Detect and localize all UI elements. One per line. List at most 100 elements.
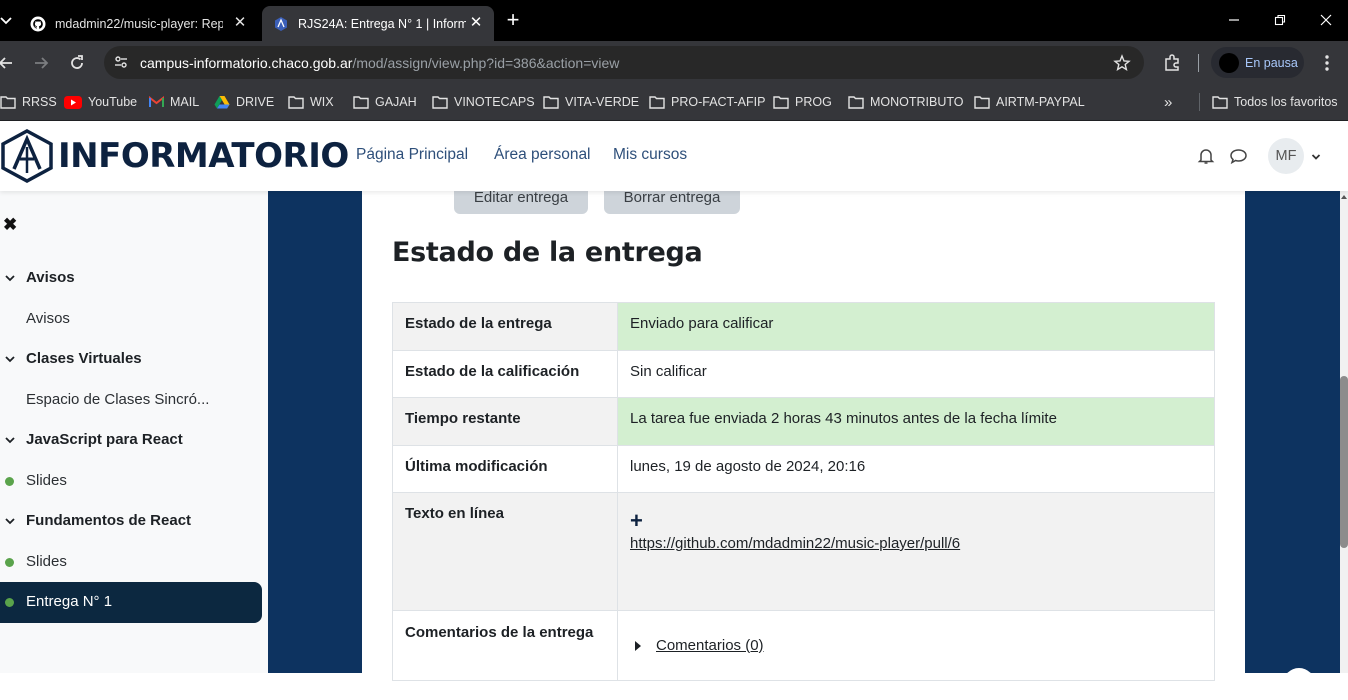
bookmark-prog[interactable]: PROG (773, 92, 832, 112)
online-text-cell: + https://github.com/mdadmin22/music-pla… (617, 492, 1215, 611)
bookmark-youtube[interactable]: YouTube (64, 92, 137, 112)
sidebar-item-avisos[interactable]: Avisos (26, 310, 70, 327)
notifications-bell-icon[interactable] (1197, 147, 1215, 165)
nav-my-courses[interactable]: Mis cursos (613, 146, 687, 164)
row-label: Tiempo restante (392, 397, 618, 446)
table-row: Estado de la entrega Enviado para califi… (392, 302, 1215, 351)
folder-icon (353, 96, 369, 109)
folder-icon (649, 96, 665, 109)
all-bookmarks[interactable]: Todos los favoritos (1212, 92, 1338, 112)
bookmark-monotributo[interactable]: MONOTRIBUTO (848, 92, 964, 112)
browser-tab-bar: mdadmin22/music-player: Repr ✕ RJS24A: E… (0, 0, 1348, 41)
profile-avatar (1219, 52, 1239, 73)
bookmark-drive[interactable]: DRIVE (214, 92, 274, 112)
bookmark-pro-fact-afip[interactable]: PRO-FACT-AFIP (649, 92, 765, 112)
grading-status-value: Sin calificar (617, 350, 1215, 398)
toolbar-separator (1198, 54, 1199, 72)
new-tab-icon[interactable]: + (503, 9, 523, 31)
last-modified-value: lunes, 19 de agosto de 2024, 20:16 (617, 445, 1215, 493)
reload-icon[interactable] (67, 53, 87, 73)
sidebar-item-label: Entrega N° 1 (26, 593, 113, 610)
row-label: Texto en línea (392, 492, 618, 611)
back-icon[interactable] (0, 53, 16, 73)
close-window-icon[interactable] (1318, 12, 1334, 28)
chevron-down-icon (5, 436, 15, 443)
url-path: /mod/assign/view.php?id=386&action=view (352, 55, 620, 71)
folder-icon (543, 96, 559, 109)
row-label: Estado de la calificación (392, 350, 618, 398)
messages-chat-icon[interactable] (1229, 148, 1248, 165)
forward-icon[interactable] (31, 53, 51, 73)
chevron-down-icon[interactable] (1310, 151, 1322, 163)
bookmark-vinotecaps[interactable]: VINOTECAPS (432, 92, 535, 112)
informatorio-icon (275, 16, 287, 31)
close-tab-icon[interactable]: ✕ (468, 15, 484, 31)
bookmark-wix[interactable]: WIX (288, 92, 334, 112)
comments-link[interactable]: Comentarios (0) (656, 637, 764, 654)
section-javascript-para-react[interactable]: JavaScript para React (0, 431, 183, 448)
table-row: Tiempo restante La tarea fue enviada 2 h… (392, 397, 1215, 446)
close-drawer-icon[interactable]: ✖ (3, 215, 17, 235)
completion-dot-icon (5, 558, 14, 567)
folder-icon (0, 96, 16, 109)
scrollbar-thumb[interactable] (1340, 376, 1348, 548)
submission-status-table: Estado de la entrega Enviado para califi… (392, 302, 1215, 681)
site-info-icon[interactable] (113, 54, 129, 70)
site-header: INFORMATORIO Página Principal Área perso… (0, 121, 1348, 191)
bookmark-star-icon[interactable] (1113, 54, 1131, 72)
folder-icon (974, 96, 990, 109)
time-remaining-value: La tarea fue enviada 2 horas 43 minutos … (617, 397, 1215, 446)
url-domain: campus-informatorio.chaco.gob.ar (140, 55, 353, 71)
bookmark-airtm-paypal[interactable]: AIRTM-PAYPAL (974, 92, 1085, 112)
user-avatar[interactable]: MF (1268, 138, 1304, 174)
comments-toggle[interactable]: Comentarios (0) (630, 637, 1202, 654)
gmail-icon (149, 96, 164, 107)
nav-dashboard[interactable]: Área personal (494, 146, 591, 164)
folder-icon (848, 96, 864, 109)
informatorio-logo-icon (1, 129, 53, 183)
bookmark-rrss[interactable]: RRSS (0, 92, 57, 112)
sidebar-item-slides-js[interactable]: Slides (26, 472, 67, 489)
completion-dot-icon (5, 598, 14, 607)
completion-dot-icon (5, 477, 14, 486)
profile-button[interactable]: En pausa (1211, 47, 1304, 78)
folder-icon (1212, 96, 1228, 109)
comments-cell: Comentarios (0) (617, 610, 1215, 681)
sidebar-item-entrega-1[interactable]: Entrega N° 1 (0, 582, 262, 623)
bookmarks-bar: RRSS YouTube MAIL DRIVE WIX GAJAH VINOTE… (0, 84, 1348, 121)
tab-informatorio[interactable]: RJS24A: Entrega N° 1 | Informat ✕ (262, 6, 494, 41)
bookmark-gajah[interactable]: GAJAH (353, 92, 417, 112)
browser-menu-icon[interactable] (1318, 53, 1336, 73)
tab-github[interactable]: mdadmin22/music-player: Repr ✕ (19, 6, 258, 41)
url-text[interactable]: campus-informatorio.chaco.gob.ar/mod/ass… (140, 55, 619, 71)
page-title: Estado de la entrega (392, 237, 703, 268)
more-bookmarks-icon[interactable]: » (1164, 92, 1172, 112)
chevron-down-icon (5, 517, 15, 524)
section-fundamentos-de-react[interactable]: Fundamentos de React (0, 512, 191, 529)
tab-title: mdadmin22/music-player: Repr (55, 16, 223, 31)
sidebar-item-slides-react[interactable]: Slides (26, 553, 67, 570)
online-text-link[interactable]: https://github.com/mdadmin22/music-playe… (630, 535, 960, 552)
bookmark-vita-verde[interactable]: VITA-VERDE (543, 92, 639, 112)
row-label: Comentarios de la entrega (392, 610, 618, 681)
row-label: Estado de la entrega (392, 302, 618, 351)
expand-plus-icon[interactable]: + (630, 510, 1202, 532)
extensions-icon[interactable] (1163, 53, 1182, 72)
table-row: Texto en línea + https://github.com/mdad… (392, 492, 1215, 611)
tab-search-chevron-icon[interactable] (0, 12, 14, 28)
table-row: Comentarios de la entrega Comentarios (0… (392, 610, 1215, 681)
profile-status: En pausa (1245, 55, 1298, 70)
section-avisos[interactable]: Avisos (0, 269, 75, 286)
site-logo[interactable]: INFORMATORIO (0, 129, 349, 183)
restore-icon[interactable] (1272, 12, 1288, 28)
sidebar-item-espacio-clases[interactable]: Espacio de Clases Sincró... (26, 391, 209, 408)
nav-home[interactable]: Página Principal (356, 146, 468, 164)
minimize-icon[interactable] (1226, 12, 1242, 28)
row-label: Última modificación (392, 445, 618, 493)
tab-title: RJS24A: Entrega N° 1 | Informat (298, 16, 466, 31)
close-tab-icon[interactable]: ✕ (232, 15, 248, 31)
section-clases-virtuales[interactable]: Clases Virtuales (0, 350, 142, 367)
bookmark-mail[interactable]: MAIL (149, 92, 199, 112)
scroll-up-arrow-icon[interactable] (1340, 193, 1348, 201)
github-icon (30, 16, 46, 31)
